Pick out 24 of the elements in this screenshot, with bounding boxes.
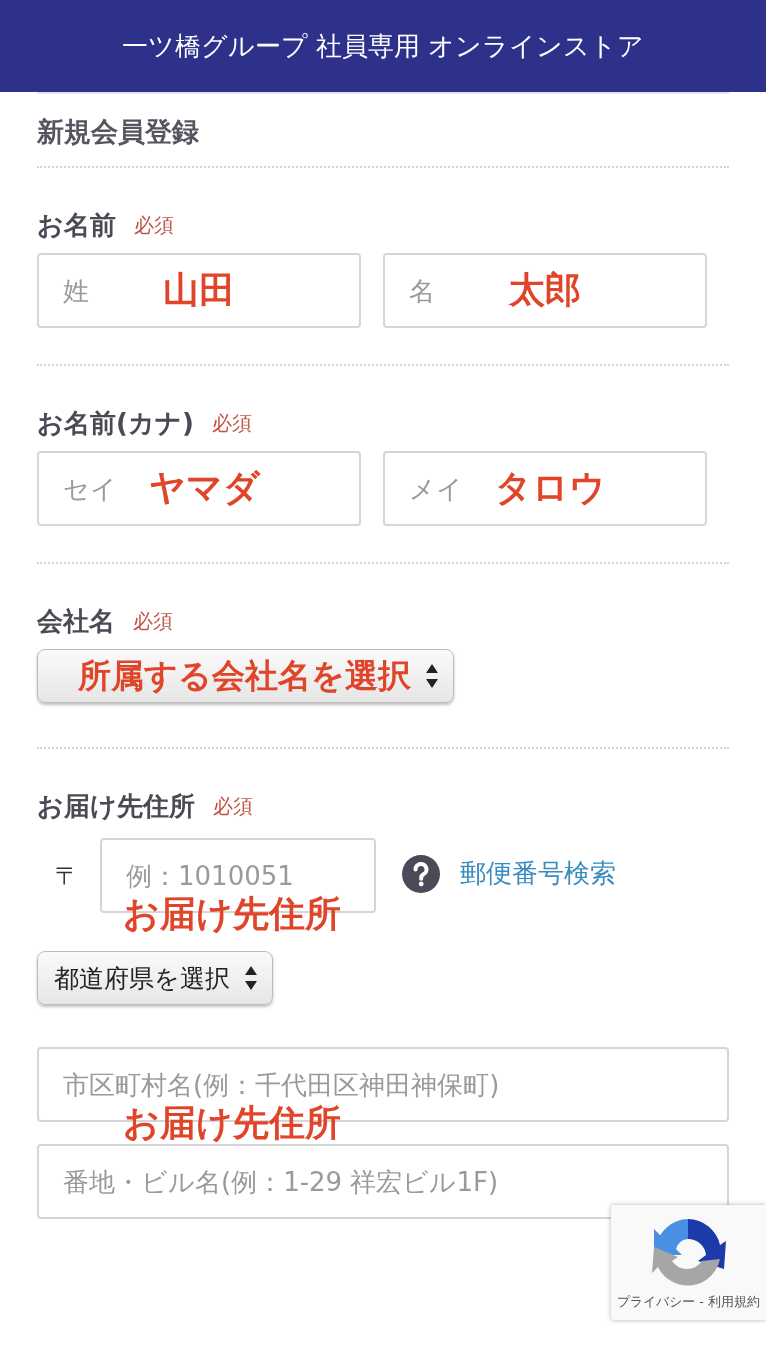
- field-label: お届け先住所: [37, 790, 195, 822]
- annotation-text: 太郎: [509, 272, 581, 308]
- recaptcha-logo-icon: [651, 1217, 726, 1289]
- header-title: 一ツ橋グループ 社員専用 オンラインストア: [121, 29, 645, 63]
- required-label: 必須: [133, 608, 173, 635]
- page-title: 新規会員登録: [37, 116, 199, 147]
- annotation-text: タロウ: [495, 470, 606, 506]
- annotation-text: 山田: [163, 272, 235, 308]
- caret-icon: [425, 662, 439, 690]
- required-label: 必須: [211, 410, 252, 437]
- street-field[interactable]: 番地・ビル名(例：1-29 祥宏ビル1F): [37, 1144, 729, 1219]
- select-dropdown[interactable]: 所属する会社名を選択: [37, 649, 454, 703]
- caret-icon: [244, 964, 258, 992]
- privacy-terms-links[interactable]: プライバシー - 利用規約: [617, 1293, 760, 1311]
- select-dropdown[interactable]: 都道府県を選択: [37, 951, 273, 1005]
- required-label: 必須: [134, 212, 174, 239]
- required-label: 必須: [213, 793, 253, 820]
- postal-mark: 〒: [54, 860, 80, 892]
- field-label: 会社名: [37, 605, 115, 637]
- annotation-text: ヤマダ: [149, 470, 260, 506]
- help-icon[interactable]: [402, 854, 440, 893]
- field-label: お名前(カナ): [37, 407, 194, 439]
- field-label: お名前: [37, 209, 116, 241]
- postal-search-link[interactable]: 郵便番号検索: [460, 856, 616, 891]
